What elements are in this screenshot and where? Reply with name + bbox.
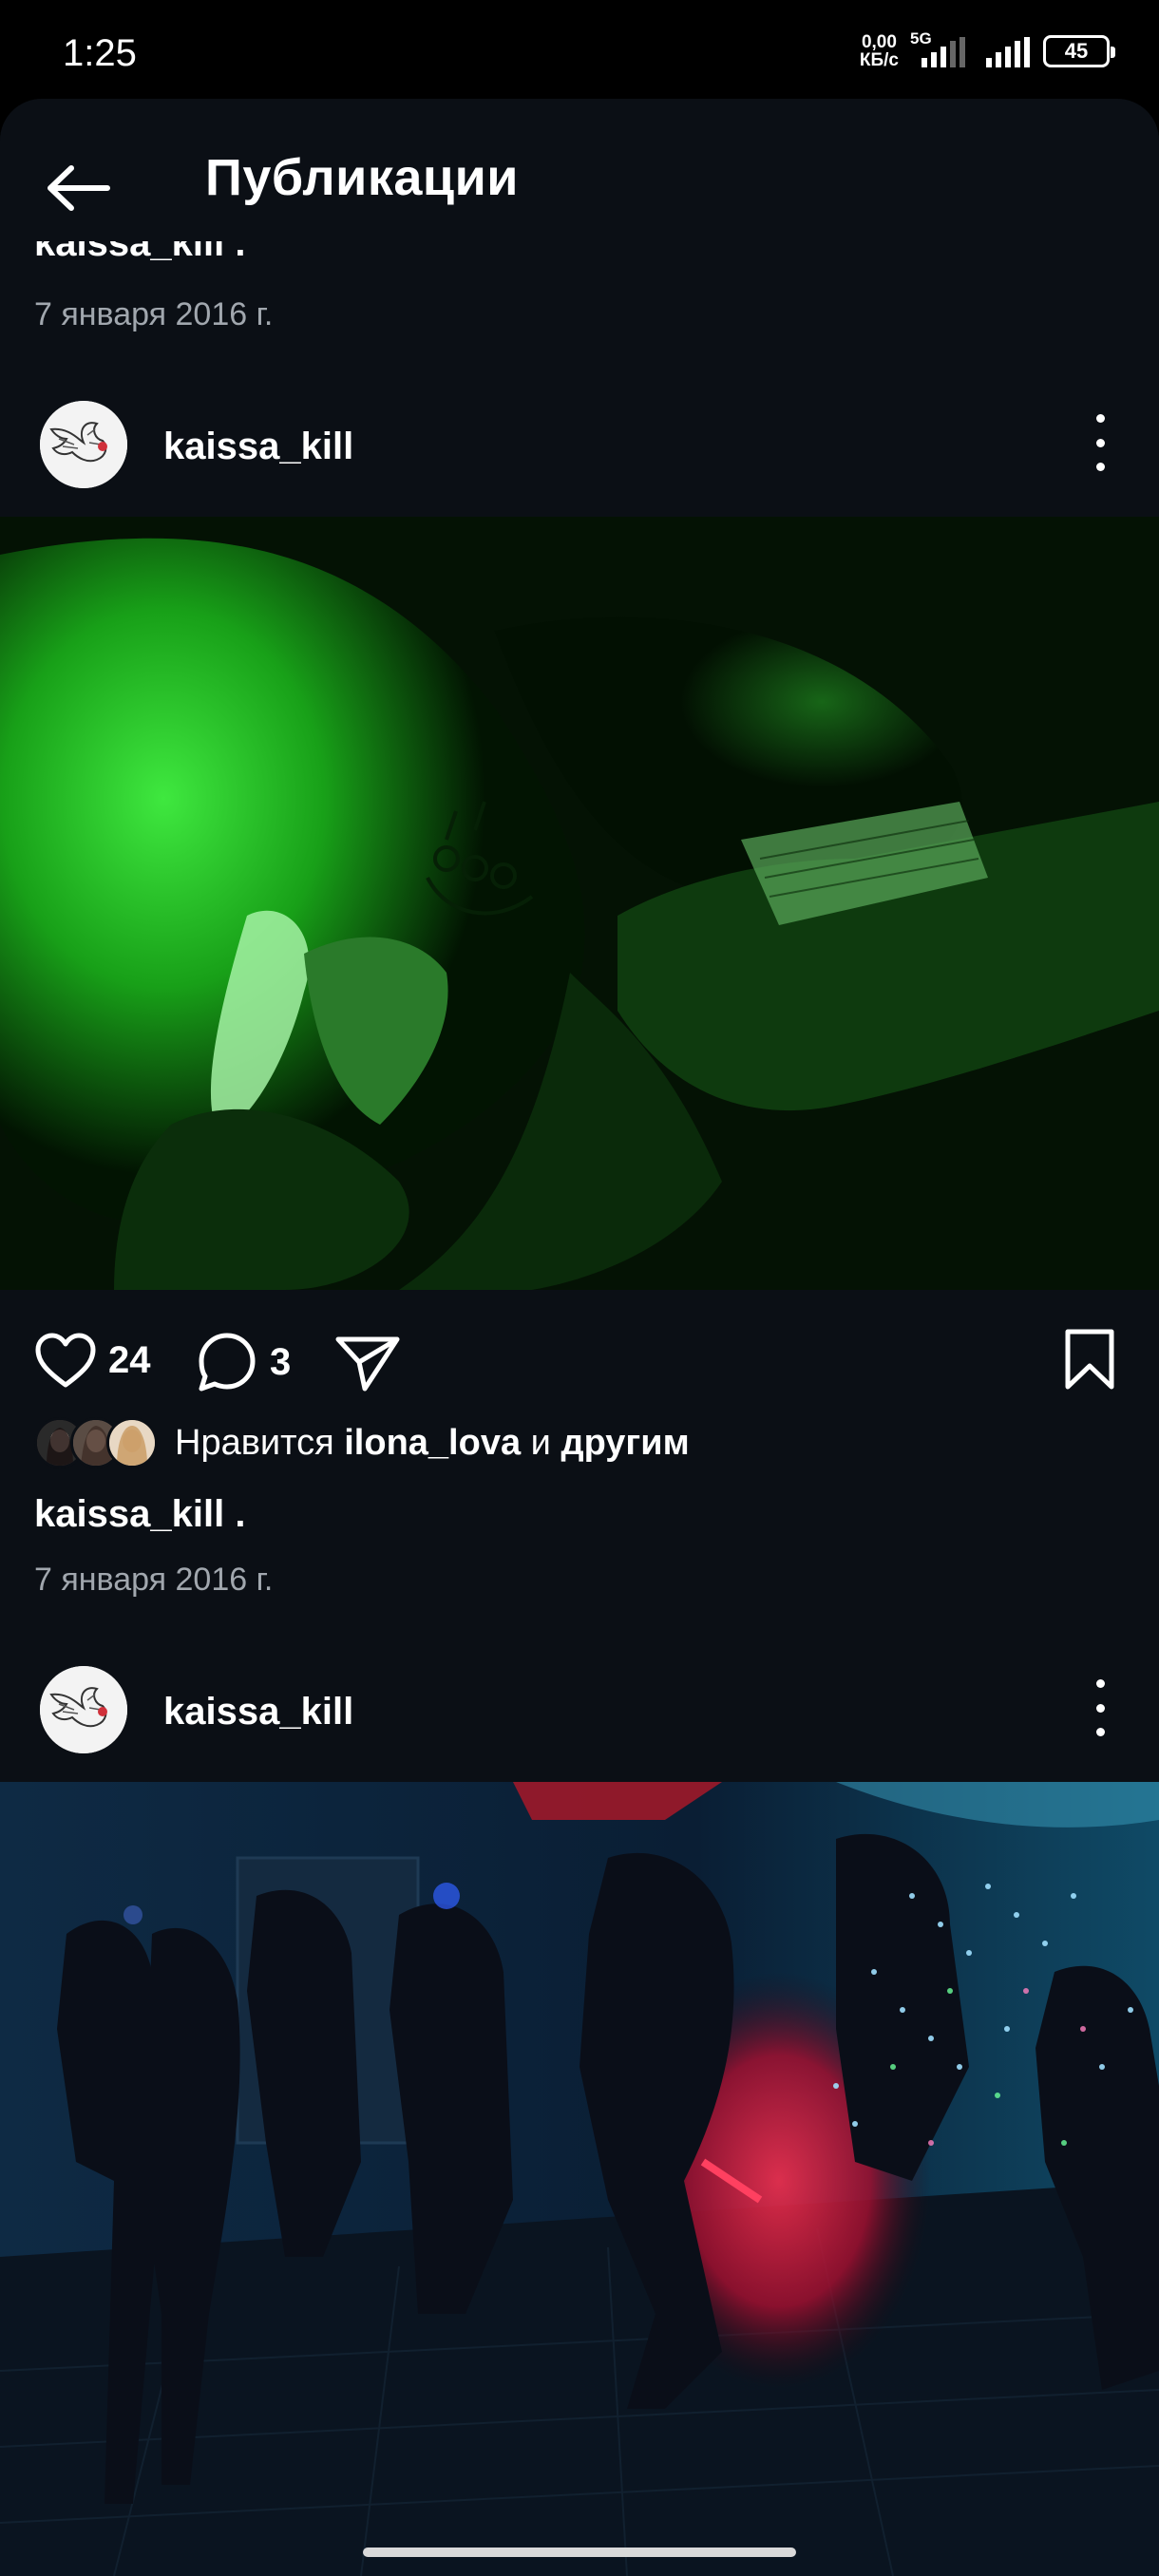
publications-screen: kaissa_kill . 7 января 2016 г. Публикаци… <box>0 99 1159 2576</box>
status-bar: 1:25 0,00 КБ/с 5G 45 <box>0 0 1159 99</box>
avatar-image <box>40 401 127 488</box>
share-button[interactable] <box>334 1334 401 1392</box>
liked-others[interactable]: другим <box>560 1423 689 1463</box>
heart-icon <box>35 1333 96 1388</box>
tattoo-photo <box>0 517 1159 1290</box>
avatar[interactable] <box>40 1666 127 1753</box>
network-type-label: 5G <box>910 29 932 47</box>
avatar <box>106 1417 158 1468</box>
save-button[interactable] <box>1062 1328 1117 1391</box>
status-icons: 0,00 КБ/с 5G 45 <box>860 28 1115 74</box>
likes-summary[interactable]: Нравится ilona_lova и другим <box>34 1417 690 1468</box>
comment-bubble-icon <box>199 1333 256 1392</box>
caption-text: . <box>235 1493 246 1535</box>
comment-button[interactable]: 3 <box>196 1332 291 1392</box>
network-speed-unit: КБ/с <box>859 50 899 70</box>
liker-avatars <box>34 1417 158 1468</box>
back-button[interactable] <box>40 150 116 226</box>
post-photo[interactable] <box>0 517 1159 1290</box>
signal-5g-icon: 5G <box>910 29 973 67</box>
send-icon <box>335 1336 400 1392</box>
liked-and: и <box>530 1422 551 1463</box>
post-header: kaissa_kill <box>0 1651 1159 1765</box>
status-time: 1:25 <box>63 32 137 74</box>
more-options-button[interactable] <box>1089 414 1112 471</box>
post-header: kaissa_kill <box>0 386 1159 500</box>
post-caption: kaissa_kill . <box>34 1493 245 1536</box>
battery-level: 45 <box>1064 39 1089 63</box>
post-username[interactable]: kaissa_kill <box>163 1691 353 1733</box>
post-photo[interactable] <box>0 1782 1159 2576</box>
more-vertical-icon <box>1095 414 1105 423</box>
likes-text[interactable]: Нравится ilona_lova и другим <box>175 1423 690 1464</box>
bookmark-icon <box>1065 1329 1114 1390</box>
post-date: 7 января 2016 г. <box>34 1562 274 1598</box>
avatar[interactable] <box>40 401 127 488</box>
liked-username[interactable]: ilona_lova <box>344 1423 521 1463</box>
post-username[interactable]: kaissa_kill <box>163 426 353 468</box>
likes-count[interactable]: 24 <box>108 1339 151 1382</box>
party-photo <box>0 1782 1159 2576</box>
liked-prefix: Нравится <box>175 1422 334 1463</box>
post-actions: 24 3 <box>0 1315 1159 1410</box>
signal-icon <box>986 35 1030 67</box>
comments-count[interactable]: 3 <box>270 1341 291 1384</box>
prev-post-date: 7 января 2016 г. <box>34 296 274 332</box>
more-vertical-icon <box>1095 1679 1105 1688</box>
avatar-image <box>40 1666 127 1753</box>
network-speed: 0,00 КБ/с <box>860 33 899 69</box>
caption-username[interactable]: kaissa_kill <box>34 1493 224 1535</box>
network-speed-value: 0,00 <box>861 32 897 52</box>
home-indicator[interactable] <box>363 2548 796 2557</box>
more-options-button[interactable] <box>1089 1679 1112 1736</box>
like-button[interactable]: 24 <box>34 1332 151 1389</box>
app-header: Публикации <box>0 99 1159 241</box>
battery-icon: 45 <box>1043 35 1115 67</box>
arrow-left-icon <box>48 165 110 211</box>
page-title: Публикации <box>205 149 520 206</box>
